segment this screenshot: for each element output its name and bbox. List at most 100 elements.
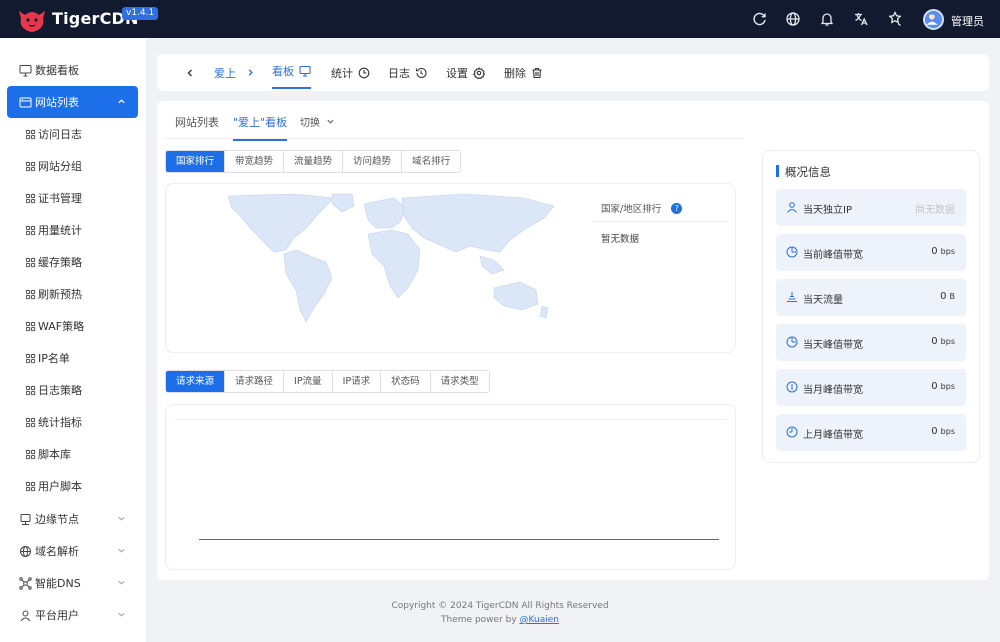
map-tab-1[interactable]: 带宽趋势	[224, 151, 284, 172]
overview-title: 概况信息	[785, 165, 831, 179]
chevron-up-icon	[117, 97, 126, 106]
help-icon[interactable]: ?	[671, 202, 683, 214]
monitor-icon	[299, 65, 311, 77]
theme-author-link[interactable]: @Kuaien	[520, 615, 559, 625]
sidebar-item-8[interactable]: WAF策略	[7, 310, 138, 342]
sidebar-item-14[interactable]: 边缘节点	[7, 503, 138, 535]
sidebar-item-label: IP名单	[38, 352, 70, 365]
grid-icon	[25, 449, 36, 460]
trash-icon	[531, 67, 543, 79]
tab-dashboard-label: 看板	[272, 64, 294, 78]
tab-stats[interactable]: 统计	[331, 54, 370, 91]
footer-copyright: Copyright © 2024 TigerCDN All Rights Res…	[391, 601, 609, 611]
sidebar-item-13[interactable]: 用户脚本	[7, 470, 138, 502]
sidebar-item-9[interactable]: IP名单	[7, 342, 138, 374]
sidebar-item-0[interactable]: 数据看板	[7, 54, 138, 86]
region-rank-label: 国家/地区排行	[601, 204, 662, 215]
grid-icon	[25, 289, 36, 300]
crumb-site[interactable]: 爱上	[214, 54, 255, 91]
title-accent	[776, 165, 779, 177]
sidebar-item-label: 统计指标	[38, 416, 82, 429]
crumb-site-label: 爱上	[214, 66, 236, 80]
stat-label: 当天峰值带宽	[803, 340, 863, 351]
stat-row-1: 当前峰值带宽 0 bps	[776, 234, 966, 271]
tiger-logo-icon[interactable]	[16, 7, 48, 33]
tab-current-dashboard[interactable]: "爱上"看板	[233, 114, 288, 141]
stat-row-0: 当天独立IP 尚无数据	[776, 189, 966, 226]
user-avatar[interactable]	[923, 9, 944, 30]
stat-unit: bps	[940, 337, 955, 346]
site-icon	[19, 96, 32, 109]
stat-label: 当天独立IP	[803, 205, 852, 216]
grid-icon	[25, 417, 36, 428]
stat-row-3: 当天峰值带宽 0 bps	[776, 324, 966, 361]
footer-theme-prefix: Theme power by	[441, 615, 520, 625]
bell-icon[interactable]	[819, 11, 835, 27]
back-icon[interactable]	[185, 54, 195, 91]
sidebar-item-label: 用户脚本	[38, 480, 82, 493]
map-tab-0[interactable]: 国家排行	[166, 151, 225, 172]
sidebar-item-16[interactable]: 智能DNS	[7, 567, 138, 599]
stat-unit: bps	[940, 247, 955, 256]
tab-logs-label: 日志	[388, 66, 410, 80]
stat-label: 当前峰值带宽	[803, 250, 863, 261]
user-name[interactable]: 管理员	[951, 13, 984, 29]
stat-icon	[786, 426, 798, 438]
request-tab-5[interactable]: 请求类型	[429, 371, 489, 392]
stat-value-group: 0 bps	[931, 426, 955, 437]
stat-row-4: 当月峰值带宽 0 bps	[776, 369, 966, 406]
switch-label: 切换	[300, 118, 320, 129]
tab-stats-label: 统计	[331, 66, 353, 80]
switch-dropdown[interactable]: 切换	[300, 114, 335, 129]
refresh-icon[interactable]	[752, 11, 768, 27]
theme-icon[interactable]	[887, 11, 903, 27]
sidebar-item-label: 网站列表	[35, 96, 79, 109]
sidebar-item-label: 访问日志	[38, 128, 82, 141]
request-tab-0[interactable]: 请求来源	[166, 371, 225, 392]
chevron-down-icon	[117, 546, 126, 555]
sidebar-item-5[interactable]: 用量统计	[7, 214, 138, 246]
map-tab-3[interactable]: 访问趋势	[342, 151, 402, 172]
sidebar-item-10[interactable]: 日志策略	[7, 374, 138, 406]
sidebar-item-11[interactable]: 统计指标	[7, 406, 138, 438]
chevron-down-icon	[117, 578, 126, 587]
sidebar-item-2[interactable]: 访问日志	[7, 118, 138, 150]
sidebar-item-15[interactable]: 域名解析	[7, 535, 138, 567]
request-tab-2[interactable]: IP流量	[283, 371, 332, 392]
sidebar-item-label: 脚本库	[38, 448, 71, 461]
stat-value-group: 0B	[940, 291, 955, 302]
sidebar-item-3[interactable]: 网站分组	[7, 150, 138, 182]
map-tab-2[interactable]: 流量趋势	[283, 151, 343, 172]
chevron-down-icon	[117, 514, 126, 523]
request-tab-1[interactable]: 请求路径	[224, 371, 284, 392]
sidebar-item-label: WAF策略	[38, 320, 85, 333]
stat-icon	[786, 201, 798, 213]
tab-settings[interactable]: 设置	[446, 54, 485, 91]
map-tab-group: 国家排行 带宽趋势 流量趋势 访问趋势 域名排行	[165, 150, 462, 173]
tab-settings-label: 设置	[446, 66, 468, 80]
stat-label: 当月峰值带宽	[803, 385, 863, 396]
grid-icon	[25, 129, 36, 140]
sidebar-item-7[interactable]: 刷新预热	[7, 278, 138, 310]
tab-logs[interactable]: 日志	[388, 54, 427, 91]
sidebar-item-label: 域名解析	[35, 545, 79, 558]
request-tab-group: 请求来源 请求路径 IP流量 IP请求 状态码 请求类型	[165, 370, 490, 393]
delete-button[interactable]: 删除	[504, 54, 543, 91]
translate-icon[interactable]	[853, 11, 869, 27]
sidebar-item-1[interactable]: 网站列表	[7, 86, 138, 118]
request-tab-3[interactable]: IP请求	[331, 371, 381, 392]
stat-value: 0	[931, 336, 938, 347]
sidebar-item-12[interactable]: 脚本库	[7, 438, 138, 470]
request-tab-4[interactable]: 状态码	[380, 371, 430, 392]
map-tab-4[interactable]: 域名排行	[401, 151, 461, 172]
delete-label: 删除	[504, 66, 526, 80]
stat-value-group: 0 bps	[931, 381, 955, 392]
tab-dashboard[interactable]: 看板	[272, 54, 311, 89]
grid-icon	[25, 481, 36, 492]
sidebar-item-label: 边缘节点	[35, 513, 79, 526]
sidebar-item-4[interactable]: 证书管理	[7, 182, 138, 214]
tab-site-list[interactable]: 网站列表	[175, 114, 219, 130]
sidebar-item-6[interactable]: 缓存策略	[7, 246, 138, 278]
stat-unit: bps	[940, 427, 955, 436]
globe-icon[interactable]	[785, 11, 801, 27]
